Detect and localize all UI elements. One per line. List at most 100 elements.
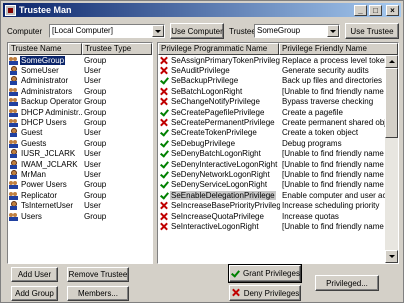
check-icon [159,76,168,85]
group-icon [9,56,18,65]
trustee-row[interactable]: Users Group [8,211,152,221]
privilege-name: SeDenyInteractiveLogonRight [171,159,278,169]
privilege-rows: SeAssignPrimaryTokenPrivilege Replace a p… [158,55,398,232]
trustee-type: Group [84,97,107,107]
check-icon [230,269,240,279]
privilege-row[interactable]: SeInteractiveLogonRight [Unable to find f… [158,221,398,231]
trustee-row[interactable]: SomeUser User [8,65,152,76]
column-trustee-name[interactable]: Trustee Name [8,43,82,55]
trustee-name-cell: DHCP Users [8,118,82,128]
privilege-name: SeBackupPrivilege [171,76,239,86]
trustee-row[interactable]: Guests Group [8,138,152,148]
trustee-row[interactable]: TsInternetUser User [8,200,152,211]
trustee-value: SomeGroup [257,26,301,35]
column-trustee-type[interactable]: Trustee Type [82,43,152,55]
trustee-type: User [84,201,101,211]
computer-combo[interactable]: [Local Computer] [49,24,165,38]
privilege-friendly-name: Increase quotas [282,211,339,221]
privilege-row[interactable]: SeCreatePagefilePrivilege Create a pagefi… [158,107,398,117]
trustee-row[interactable]: SomeGroup Group [8,55,152,65]
trustee-row[interactable]: Power Users Group [8,180,152,190]
trustee-row[interactable]: Guest User [8,128,152,138]
privilege-name: SeDebugPrivilege [171,138,236,148]
trustee-name-cell: MrMan [8,169,82,179]
privilege-row[interactable]: SeAuditPrivilege Generate security audits [158,65,398,75]
trustee-row[interactable]: DHCP Administr... Group [8,107,152,117]
privilege-row[interactable]: SeBackupPrivilege Back up files and direc… [158,76,398,86]
trustee-row[interactable]: Replicator Group [8,190,152,200]
check-icon [159,191,168,200]
trustee-label: Trustee [229,27,256,36]
privilege-row[interactable]: SeAssignPrimaryTokenPrivilege Replace a p… [158,55,398,65]
close-button[interactable]: × [386,4,399,16]
trustee-row[interactable]: DHCP Users Group [8,117,152,128]
trustee-row[interactable]: MrMan User [8,169,152,179]
trustee-row[interactable]: Backup Operators Group [8,97,152,107]
privilege-row[interactable]: SeDebugPrivilege Debug programs [158,138,398,148]
column-privilege-friendly[interactable]: Privilege Friendly Name [278,43,398,55]
privilege-row[interactable]: SeDenyNetworkLogonRight [Unable to find f… [158,169,398,179]
title-bar[interactable]: Trustee Man _ □ × [3,3,401,17]
scroll-thumb[interactable] [385,68,398,138]
trustee-name: IUSR_JCLARK [21,149,76,159]
grant-privileges-button[interactable]: Grant Privileges [228,264,302,283]
scroll-down-icon[interactable] [385,250,398,263]
trustee-name-cell: Administrator [8,76,82,86]
trustee-type: Group [84,107,107,117]
trustee-row[interactable]: IWAM_JCLARK User [8,159,152,169]
use-trustee-button[interactable]: Use Trustee [345,23,399,39]
privilege-row[interactable]: SeEnableDelegationPrivilege Enable comput… [158,190,398,200]
privileged-button[interactable]: Privileged... [315,275,379,291]
trustee-name-cell: Guest [8,128,82,138]
privilege-row[interactable]: SeDenyInteractiveLogonRight [Unable to fi… [158,159,398,169]
privilege-row[interactable]: SeDenyBatchLogonRight [Unable to find fri… [158,149,398,159]
trustee-row[interactable]: Administrator User [8,76,152,86]
privilege-friendly-name: Increase scheduling priority [282,201,380,211]
trustee-row[interactable]: IUSR_JCLARK User [8,149,152,159]
privilege-name-cell: SeDenyNetworkLogonRight [158,170,280,179]
privilege-row[interactable]: SeCreateTokenPrivilege Create a token obj… [158,128,398,138]
chevron-down-icon[interactable] [327,25,339,37]
remove-trustee-button[interactable]: Remove Trustee [67,267,129,282]
trustee-list[interactable]: Trustee Name Trustee Type SomeGroup Group… [7,42,153,264]
cross-icon [159,56,168,65]
minimize-button[interactable]: _ [354,4,367,16]
privilege-row[interactable]: SeCreatePermanentPrivilege Create permane… [158,117,398,127]
add-user-button[interactable]: Add User [11,267,58,282]
scroll-up-icon[interactable] [385,55,398,68]
column-privilege-name[interactable]: Privilege Programmatic Name [158,43,279,55]
privilege-row[interactable]: SeIncreaseQuotaPrivilege Increase quotas [158,211,398,221]
privilege-name-cell: SeDebugPrivilege [158,139,280,148]
maximize-button[interactable]: □ [369,4,382,16]
deny-privileges-button[interactable]: Deny Privileges [229,285,301,301]
privilege-row[interactable]: SeDenyServiceLogonRight [Unable to find f… [158,180,398,190]
add-group-button[interactable]: Add Group [11,286,58,301]
privilege-list[interactable]: Privilege Programmatic Name Privilege Fr… [157,42,399,264]
trustee-type: Group [84,86,107,96]
trustee-name: IWAM_JCLARK [21,159,78,169]
check-icon [159,180,168,189]
privilege-name-cell: SeDenyBatchLogonRight [158,149,280,158]
privilege-name: SeEnableDelegationPrivilege [170,190,276,200]
privilege-scrollbar[interactable] [385,55,398,263]
privilege-row[interactable]: SeBatchLogonRight [Unable to find friendl… [158,86,398,96]
privilege-friendly-name: [Unable to find friendly name for... [282,180,386,190]
trustee-name-cell: Replicator [8,191,82,200]
user-icon [9,76,18,86]
computer-value: [Local Computer] [52,26,113,35]
privilege-friendly-name: Create permanent shared objects [282,118,386,128]
chevron-down-icon[interactable] [152,25,164,37]
trustee-row[interactable]: Administrators Group [8,86,152,96]
trustee-type: User [84,159,101,169]
privilege-name: SeIncreaseBasePriorityPrivilege [171,201,280,211]
privilege-row[interactable]: SeChangeNotifyPrivilege Bypass traverse c… [158,97,398,107]
cross-icon [159,66,168,75]
trustee-combo[interactable]: SomeGroup [254,24,340,38]
members-button[interactable]: Members... [67,286,129,301]
trustee-name-cell: DHCP Administr... [8,108,82,117]
trustee-name-cell: Guests [8,139,82,148]
use-computer-button[interactable]: Use Computer [170,23,224,39]
trustee-name-cell: TsInternetUser [8,201,82,211]
privilege-row[interactable]: SeIncreaseBasePriorityPrivilege Increase … [158,200,398,210]
privilege-friendly-name: Create a pagefile [282,107,343,117]
